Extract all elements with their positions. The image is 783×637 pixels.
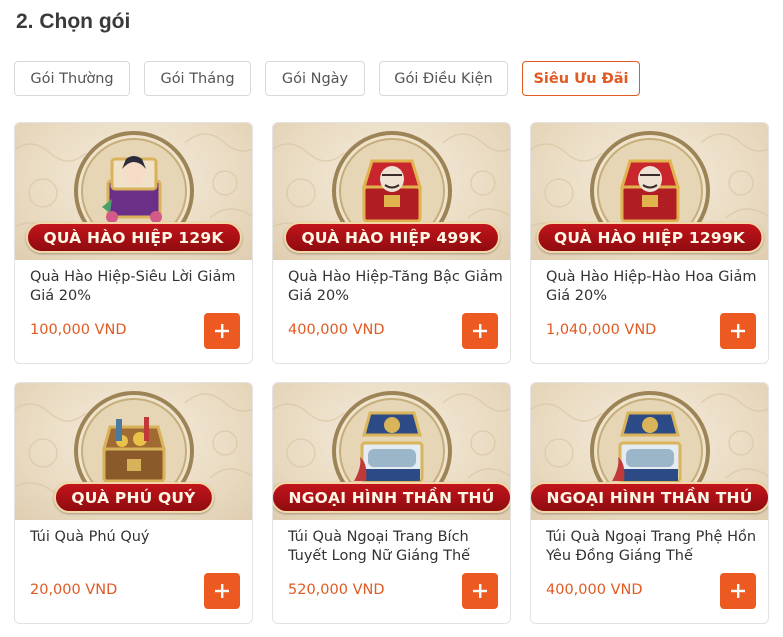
- package-tabs: Gói Thường Gói Tháng Gói Ngày Gói Điều K…: [14, 61, 640, 96]
- package-banner: NGOẠI HÌNH THẦN THÚ: [531, 383, 768, 520]
- package-name: Túi Quà Ngoại Trang Bích Tuyết Long Nữ G…: [288, 529, 471, 564]
- package-name: Quà Hào Hiệp-Siêu Lời Giảm Giá 20%: [30, 269, 236, 304]
- package-ribbon: QUÀ HÀO HIỆP 1299K: [535, 222, 764, 253]
- add-to-cart-button[interactable]: [462, 313, 498, 349]
- package-price: 400,000 VND: [288, 322, 385, 338]
- package-card[interactable]: NGOẠI HÌNH THẦN THÚ Túi Quà Ngoại Trang …: [272, 382, 511, 624]
- plus-icon: [215, 324, 229, 338]
- add-to-cart-button[interactable]: [720, 313, 756, 349]
- package-name: Quà Hào Hiệp-Tăng Bậc Giảm Giá 20%: [288, 269, 503, 304]
- plus-icon: [215, 584, 229, 598]
- tab-conditional[interactable]: Gói Điều Kiện: [379, 61, 508, 96]
- tab-daily[interactable]: Gói Ngày: [265, 61, 365, 96]
- section-title: 2. Chọn gói: [16, 10, 131, 33]
- package-card[interactable]: QUÀ HÀO HIỆP 129K Quà Hào Hiệp-Siêu Lời …: [14, 122, 253, 364]
- tab-normal[interactable]: Gói Thường: [14, 61, 130, 96]
- package-card[interactable]: NGOẠI HÌNH THẦN THÚ Túi Quà Ngoại Trang …: [530, 382, 769, 624]
- package-price: 520,000 VND: [288, 582, 385, 598]
- package-card[interactable]: QUÀ PHÚ QUÝ Túi Quà Phú Quý 20,000 VND: [14, 382, 253, 624]
- package-ribbon: QUÀ HÀO HIỆP 499K: [283, 222, 500, 253]
- package-banner: NGOẠI HÌNH THẦN THÚ: [273, 383, 510, 520]
- plus-icon: [731, 584, 745, 598]
- package-banner: QUÀ HÀO HIỆP 1299K: [531, 123, 768, 260]
- add-to-cart-button[interactable]: [720, 573, 756, 609]
- add-to-cart-button[interactable]: [204, 313, 240, 349]
- package-price: 100,000 VND: [30, 322, 127, 338]
- package-card[interactable]: QUÀ HÀO HIỆP 1299K Quà Hào Hiệp-Hào Hoa …: [530, 122, 769, 364]
- package-banner: QUÀ PHÚ QUÝ: [15, 383, 252, 520]
- package-price: 1,040,000 VND: [546, 322, 657, 338]
- plus-icon: [473, 584, 487, 598]
- package-ribbon: NGOẠI HÌNH THẦN THÚ: [531, 482, 768, 513]
- package-banner: QUÀ HÀO HIỆP 499K: [273, 123, 510, 260]
- package-ribbon: QUÀ PHÚ QUÝ: [53, 482, 214, 513]
- add-to-cart-button[interactable]: [462, 573, 498, 609]
- package-ribbon: NGOẠI HÌNH THẦN THÚ: [273, 482, 510, 513]
- package-price: 20,000 VND: [30, 582, 118, 598]
- tab-super-deal[interactable]: Siêu Ưu Đãi: [522, 61, 640, 96]
- package-ribbon: QUÀ HÀO HIỆP 129K: [25, 222, 242, 253]
- package-name: Túi Quà Ngoại Trang Phệ Hồn Yêu Đồng Giá…: [546, 529, 757, 564]
- package-name: Quà Hào Hiệp-Hào Hoa Giảm Giá 20%: [546, 269, 757, 304]
- package-banner: QUÀ HÀO HIỆP 129K: [15, 123, 252, 260]
- plus-icon: [473, 324, 487, 338]
- add-to-cart-button[interactable]: [204, 573, 240, 609]
- package-name: Túi Quà Phú Quý: [30, 529, 150, 545]
- tab-monthly[interactable]: Gói Tháng: [144, 61, 251, 96]
- package-price: 400,000 VND: [546, 582, 643, 598]
- package-card[interactable]: QUÀ HÀO HIỆP 499K Quà Hào Hiệp-Tăng Bậc …: [272, 122, 511, 364]
- plus-icon: [731, 324, 745, 338]
